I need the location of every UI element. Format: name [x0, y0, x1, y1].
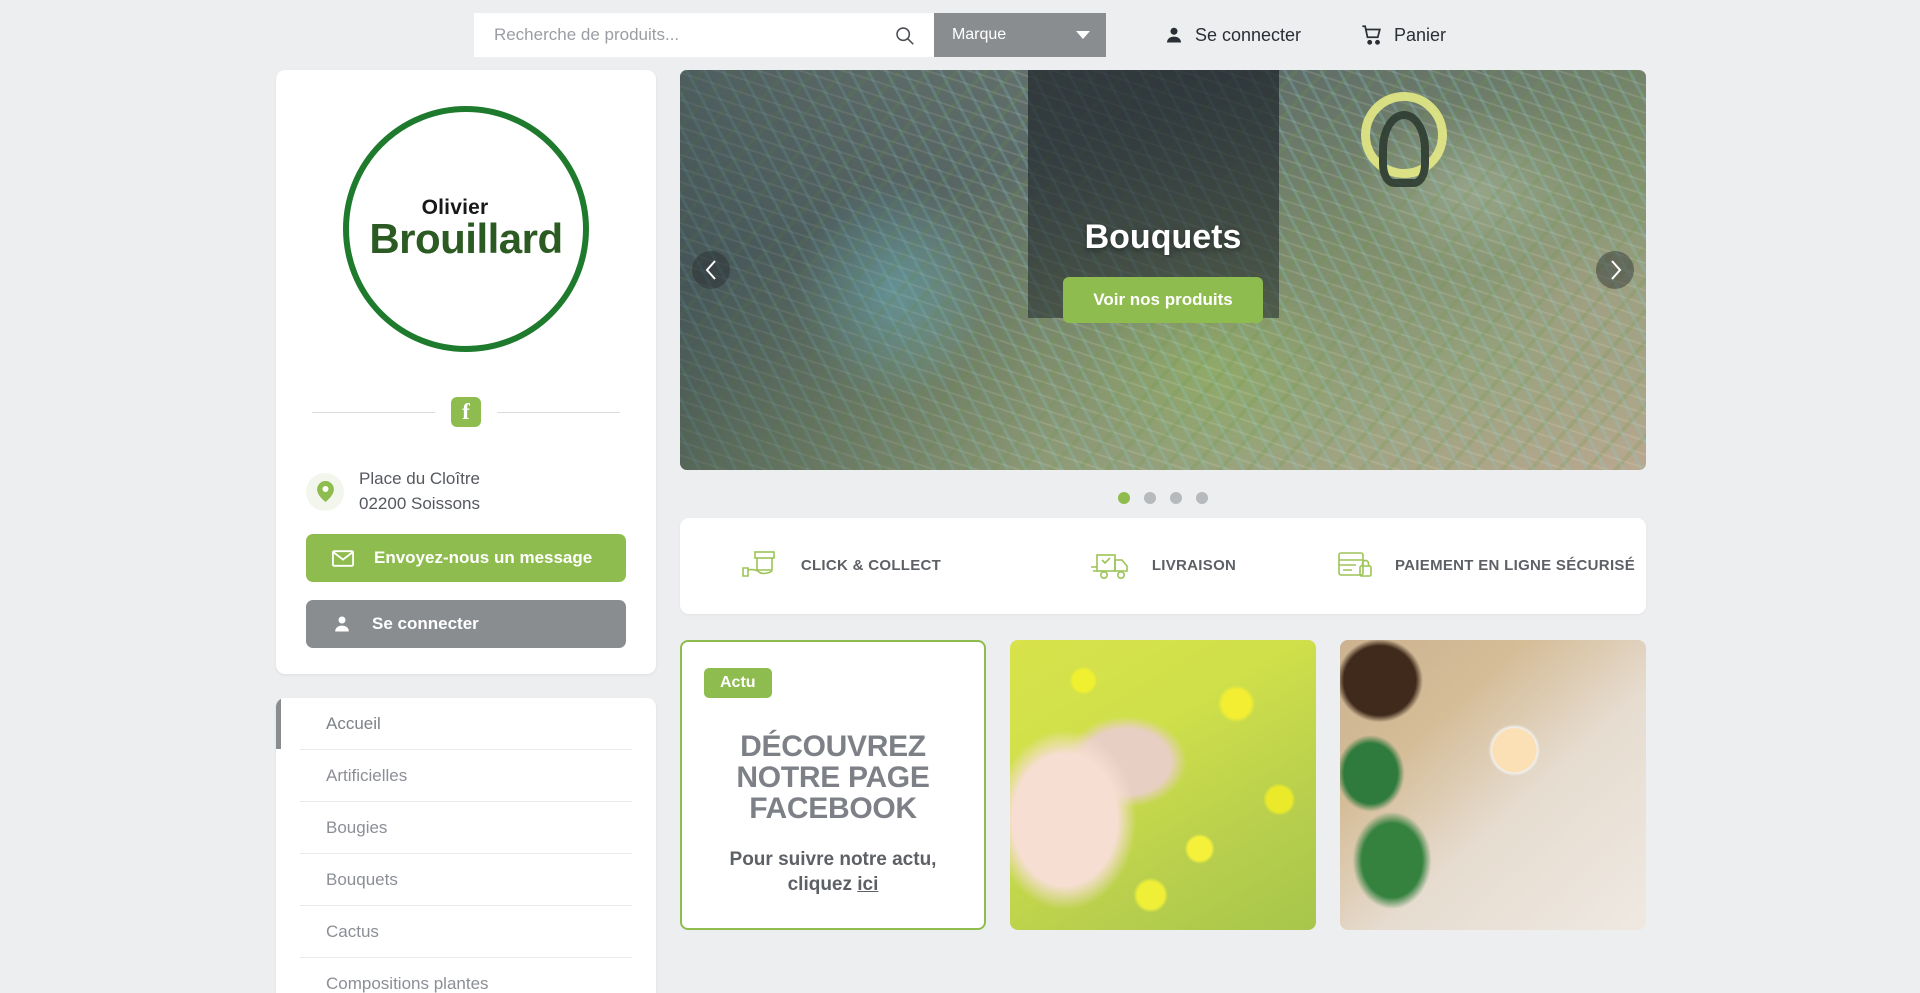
hero-caption: Bouquets Voir nos produits	[680, 70, 1646, 470]
promo-headline: DÉCOUVREZ NOTRE PAGE FACEBOOK	[704, 698, 962, 825]
promo-row: Actu DÉCOUVREZ NOTRE PAGE FACEBOOK Pour …	[680, 640, 1646, 930]
feature-secure-payment: PAIEMENT EN LIGNE SÉCURISÉ	[1324, 549, 1646, 583]
divider-line-left	[312, 411, 435, 413]
credit-card-lock-icon	[1338, 552, 1372, 577]
promo-headline-line-3: FACEBOOK	[749, 791, 917, 825]
features-bar: CLICK & COLLECT LIVRAISON PAIEMENT EN LI…	[680, 518, 1646, 614]
promo-subtext-line-2: cliquez ici	[704, 872, 962, 898]
site-header: Marque Se connecter Panier	[0, 0, 1920, 70]
sidebar-login-label: Se connecter	[372, 614, 479, 634]
hero-carousel: Bouquets Voir nos produits	[680, 70, 1646, 470]
menu-item-artificielles[interactable]: Artificielles	[300, 750, 632, 803]
search-input[interactable]	[493, 13, 890, 57]
menu-item-compositions-plantes[interactable]: Compositions plantes	[300, 958, 632, 993]
feature-click-and-collect: CLICK & COLLECT	[680, 549, 1002, 583]
user-icon	[1166, 27, 1181, 43]
contact-message-label: Envoyez-nous un message	[374, 548, 593, 568]
brand-card: Olivier Brouillard f Place du Cloître 02…	[276, 70, 656, 675]
menu-item-label: Cactus	[326, 921, 379, 941]
promo-subtext-prefix: cliquez	[787, 874, 858, 896]
promo-subtext-line-1: Pour suivre notre actu,	[729, 848, 937, 870]
hero-title: Bouquets	[1084, 217, 1242, 256]
address-line-2: 02200 Soissons	[359, 493, 480, 513]
carousel-dots	[680, 492, 1646, 504]
feature-label: CLICK & COLLECT	[800, 556, 942, 574]
chevron-right-icon	[1610, 260, 1621, 280]
promo-headline-line-2: NOTRE PAGE	[736, 760, 930, 794]
menu-item-accueil[interactable]: Accueil	[276, 698, 632, 751]
menu-item-label: Accueil	[326, 713, 381, 733]
logo-line-2: Brouillard	[369, 214, 563, 262]
cart-link[interactable]: Panier	[1361, 24, 1446, 46]
delivery-truck-icon	[1090, 554, 1128, 579]
brand-select[interactable]: Marque	[933, 13, 1106, 57]
login-link[interactable]: Se connecter	[1164, 25, 1301, 46]
logo[interactable]: Olivier Brouillard	[343, 106, 589, 352]
promo-badge: Actu	[704, 668, 772, 698]
image-card-flower-field[interactable]	[1010, 640, 1316, 930]
carousel-dot-2[interactable]	[1144, 492, 1156, 504]
chevron-left-icon	[705, 260, 716, 280]
search-button[interactable]	[890, 20, 920, 50]
sidebar: Olivier Brouillard f Place du Cloître 02…	[276, 70, 656, 993]
chevron-down-icon	[1075, 31, 1090, 39]
login-link-label: Se connecter	[1194, 24, 1302, 45]
carousel-next-button[interactable]	[1596, 251, 1634, 289]
hand-package-icon	[742, 551, 775, 577]
main-layout: Olivier Brouillard f Place du Cloître 02…	[276, 70, 1646, 993]
address-text: Place du Cloître 02200 Soissons	[359, 467, 480, 516]
category-menu: Accueil Artificielles Bougies Bouquets C…	[276, 698, 656, 993]
promo-headline-line-1: DÉCOUVREZ	[740, 730, 926, 763]
contact-message-button[interactable]: Envoyez-nous un message	[306, 534, 626, 583]
divider-line-right	[497, 411, 620, 413]
envelope-icon	[332, 550, 354, 567]
search-bar: Marque	[473, 13, 1106, 57]
menu-item-label: Artificielles	[326, 765, 408, 785]
main-content: Bouquets Voir nos produits CLICK & COLLE…	[680, 70, 1646, 993]
page-root: Marque Se connecter Panier	[0, 0, 1920, 993]
menu-item-cactus[interactable]: Cactus	[300, 906, 632, 959]
map-pin-badge	[306, 472, 344, 511]
map-pin-icon	[316, 481, 334, 503]
feature-livraison: LIVRAISON	[1002, 549, 1324, 583]
facebook-promo-card[interactable]: Actu DÉCOUVREZ NOTRE PAGE FACEBOOK Pour …	[680, 640, 986, 930]
search-icon	[896, 26, 915, 45]
search-box[interactable]	[473, 13, 934, 57]
feature-label: LIVRAISON	[1151, 556, 1237, 574]
facebook-glyph: f	[462, 399, 470, 424]
carousel-dot-4[interactable]	[1196, 492, 1208, 504]
menu-item-label: Bouquets	[326, 869, 398, 889]
shopping-cart-icon	[1362, 25, 1381, 45]
hero-cta-button[interactable]: Voir nos produits	[1063, 276, 1263, 323]
header-inner: Marque Se connecter Panier	[473, 13, 1446, 57]
image-card-candle[interactable]	[1340, 640, 1646, 930]
brand-select-value: Marque	[951, 26, 1007, 43]
menu-item-bouquets[interactable]: Bouquets	[300, 854, 632, 907]
carousel-dot-3[interactable]	[1170, 492, 1182, 504]
sidebar-login-button[interactable]: Se connecter	[306, 600, 626, 649]
promo-link-ici[interactable]: ici	[857, 874, 878, 895]
carousel-dot-1[interactable]	[1118, 492, 1130, 504]
address-block: Place du Cloître 02200 Soissons	[306, 467, 626, 516]
menu-item-label: Compositions plantes	[326, 974, 489, 993]
facebook-icon[interactable]: f	[451, 397, 481, 427]
menu-item-bougies[interactable]: Bougies	[300, 802, 632, 855]
user-icon	[335, 616, 349, 632]
feature-label: PAIEMENT EN LIGNE SÉCURISÉ	[1394, 556, 1636, 574]
social-divider: f	[312, 397, 620, 427]
cart-link-label: Panier	[1394, 24, 1447, 45]
promo-subtext: Pour suivre notre actu, cliquez ici	[704, 847, 962, 898]
menu-item-label: Bougies	[326, 817, 388, 837]
address-line-1: Place du Cloître	[359, 469, 480, 488]
promo-text: Actu DÉCOUVREZ NOTRE PAGE FACEBOOK Pour …	[682, 642, 984, 898]
carousel-prev-button[interactable]	[692, 251, 730, 289]
